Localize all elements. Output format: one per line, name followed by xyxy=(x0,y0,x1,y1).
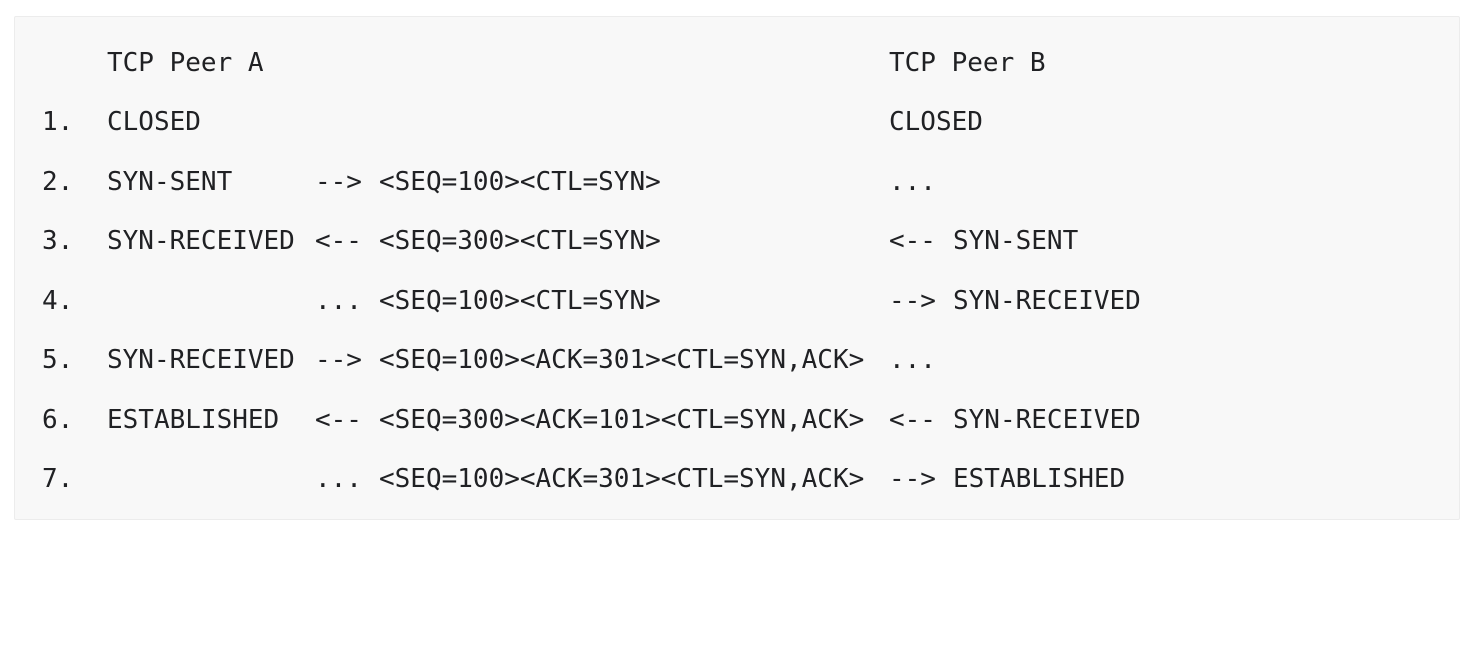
peer-b-arrow: <-- xyxy=(889,226,936,256)
peer-a-arrow: --> xyxy=(315,345,362,375)
peer-b-arrow: ... xyxy=(889,345,936,375)
row-1: 1. CLOSED CLOSED xyxy=(15,102,1459,142)
row-4: 4. ... <SEQ=100><CTL=SYN> --> SYN-RECEIV… xyxy=(15,281,1459,321)
row-number: 3. xyxy=(42,226,74,256)
row-number: 1. xyxy=(42,107,74,137)
row-7: 7. ... <SEQ=100><ACK=301><CTL=SYN,ACK> -… xyxy=(15,459,1459,499)
peer-a-heading: TCP Peer A xyxy=(107,48,264,78)
peer-b-arrow: --> xyxy=(889,286,936,316)
row-number: 7. xyxy=(42,464,74,494)
peer-a-arrow: <-- xyxy=(315,405,362,435)
peer-a-arrow: ... xyxy=(315,286,362,316)
row-number: 5. xyxy=(42,345,74,375)
peer-a-state: SYN-SENT xyxy=(107,167,233,197)
peer-b-heading: TCP Peer B xyxy=(889,48,1046,78)
segment: <SEQ=100><CTL=SYN> xyxy=(379,286,661,316)
peer-b-state: SYN-RECEIVED xyxy=(953,405,1141,435)
segment: <SEQ=100><ACK=301><CTL=SYN,ACK> xyxy=(379,345,865,375)
code-block: TCP Peer A TCP Peer B 1. CLOSED CLOSED 2… xyxy=(14,16,1460,520)
peer-a-state: CLOSED xyxy=(107,107,201,137)
row-3: 3. SYN-RECEIVED <-- <SEQ=300><CTL=SYN> <… xyxy=(15,221,1459,261)
header-line: TCP Peer A TCP Peer B xyxy=(15,43,1459,83)
row-number: 6. xyxy=(42,405,74,435)
peer-b-arrow: <-- xyxy=(889,405,936,435)
row-number: 2. xyxy=(42,167,74,197)
peer-a-state: ESTABLISHED xyxy=(107,405,280,435)
row-number: 4. xyxy=(42,286,74,316)
peer-a-arrow: --> xyxy=(315,167,362,197)
peer-a-arrow: <-- xyxy=(315,226,362,256)
row-6: 6. ESTABLISHED <-- <SEQ=300><ACK=101><CT… xyxy=(15,400,1459,440)
segment: <SEQ=100><ACK=301><CTL=SYN,ACK> xyxy=(379,464,865,494)
peer-b-state: SYN-SENT xyxy=(953,226,1079,256)
peer-b-state: ESTABLISHED xyxy=(953,464,1126,494)
segment: <SEQ=300><CTL=SYN> xyxy=(379,226,661,256)
peer-a-arrow: ... xyxy=(315,464,362,494)
segment: <SEQ=300><ACK=101><CTL=SYN,ACK> xyxy=(379,405,865,435)
peer-b-arrow: ... xyxy=(889,167,936,197)
row-5: 5. SYN-RECEIVED --> <SEQ=100><ACK=301><C… xyxy=(15,340,1459,380)
peer-a-state: SYN-RECEIVED xyxy=(107,345,295,375)
peer-a-state: SYN-RECEIVED xyxy=(107,226,295,256)
peer-b-arrow: --> xyxy=(889,464,936,494)
row-2: 2. SYN-SENT --> <SEQ=100><CTL=SYN> ... xyxy=(15,162,1459,202)
segment: <SEQ=100><CTL=SYN> xyxy=(379,167,661,197)
peer-b-state: CLOSED xyxy=(889,107,983,137)
peer-b-state: SYN-RECEIVED xyxy=(953,286,1141,316)
